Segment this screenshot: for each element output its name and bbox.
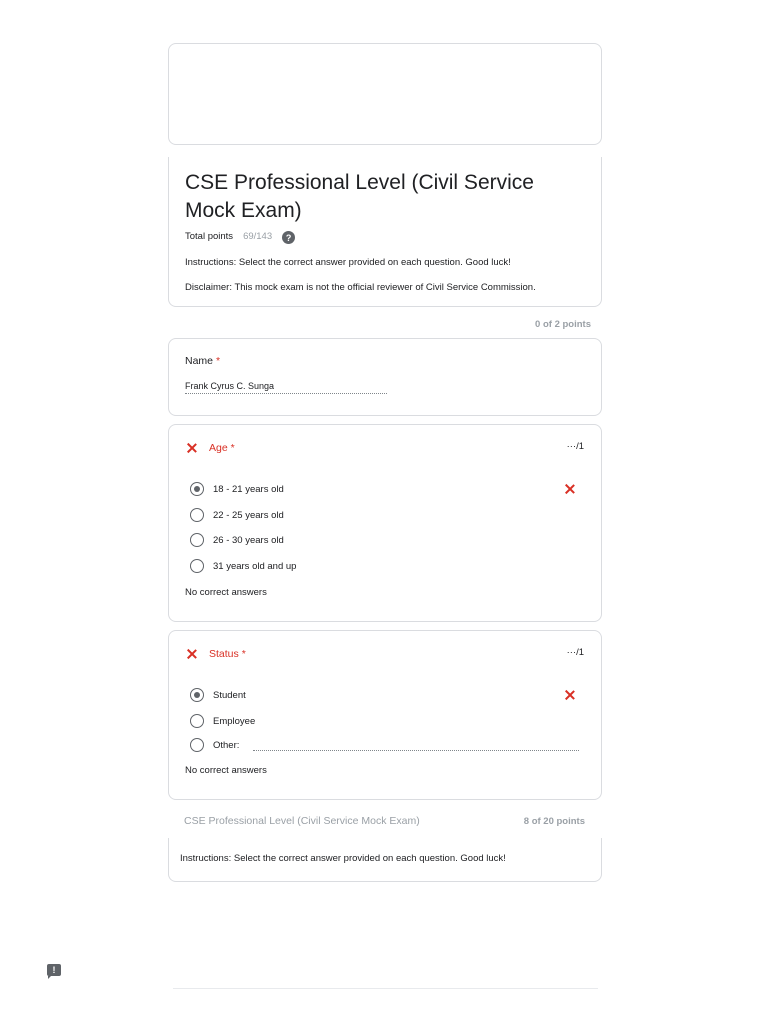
required-marker: * [241, 648, 246, 660]
form-title: CSE Professional Level (Civil Service Mo… [185, 171, 534, 222]
total-points-row: Total points 69/143 ? [185, 228, 585, 244]
answer-feedback: No correct answers [185, 587, 267, 598]
total-points-label: Total points [185, 230, 234, 242]
option-label: Employee [213, 715, 256, 727]
form-header: CSE Professional Level (Civil Service Mo… [168, 157, 602, 307]
option-item: 22 - 25 years old [190, 508, 284, 522]
radio-unchecked-icon [190, 559, 204, 573]
option-item: 26 - 30 years old [190, 533, 284, 547]
question-title: Status * [209, 648, 246, 660]
question-score: ···/1 [566, 647, 584, 658]
question-label: Name * [185, 355, 585, 367]
age-label: Age [209, 442, 228, 454]
option-label: 31 years old and up [213, 560, 297, 572]
radio-unchecked-icon [190, 508, 204, 522]
question-score: ···/1 [566, 441, 584, 452]
option-item: Other: [190, 738, 239, 752]
radio-checked-icon [190, 482, 204, 496]
incorrect-x-icon [563, 482, 577, 496]
help-icon[interactable]: ? [282, 231, 296, 244]
section-points: 8 of 20 points [523, 816, 585, 827]
question-name: Name * Frank Cyrus C. Sunga [168, 338, 602, 416]
radio-unchecked-icon [190, 533, 204, 547]
option-item: 31 years old and up [190, 559, 296, 573]
section-instructions: Instructions: Select the correct answer … [180, 853, 506, 864]
question-title: Age * [209, 442, 235, 454]
incorrect-x-icon [185, 647, 199, 661]
question-header: Status * [185, 647, 246, 661]
feedback-icon[interactable]: ! [47, 964, 61, 979]
section-title: CSE Professional Level (Civil Service Mo… [184, 815, 420, 827]
option-label: 18 - 21 years old [213, 483, 284, 495]
required-marker: * [215, 355, 221, 367]
name-label: Name [185, 355, 214, 367]
total-points-value: 69/143 [243, 230, 273, 242]
option-label: 26 - 30 years old [213, 534, 284, 546]
header-banner [168, 43, 602, 145]
radio-checked-icon [190, 688, 204, 702]
required-marker: * [230, 442, 235, 454]
radio-unchecked-icon [190, 714, 204, 728]
option-label: Other: [213, 739, 240, 751]
incorrect-x-icon [185, 441, 199, 455]
section-points: 0 of 2 points [535, 319, 591, 330]
option-item: Student [190, 688, 246, 702]
option-label: Student [213, 689, 246, 701]
answer-feedback: No correct answers [185, 765, 267, 776]
form-instructions: Instructions: Select the correct answer … [185, 257, 511, 268]
name-answer: Frank Cyrus C. Sunga [185, 381, 387, 394]
option-item: Employee [190, 714, 255, 728]
question-age: Age * ···/1 18 - 21 years old 22 - 25 ye… [168, 424, 602, 622]
radio-unchecked-icon [190, 738, 204, 752]
section-description: Instructions: Select the correct answer … [168, 838, 602, 882]
status-label: Status [209, 648, 239, 660]
option-label: 22 - 25 years old [213, 509, 284, 521]
option-item: 18 - 21 years old [190, 482, 284, 496]
question-header: Age * [185, 441, 235, 455]
question-status: Status * ···/1 Student Employee Other: N… [168, 630, 602, 800]
incorrect-x-icon [563, 688, 577, 702]
other-answer-line [253, 750, 579, 751]
divider [173, 988, 598, 989]
form-disclaimer: Disclaimer: This mock exam is not the of… [185, 282, 536, 293]
